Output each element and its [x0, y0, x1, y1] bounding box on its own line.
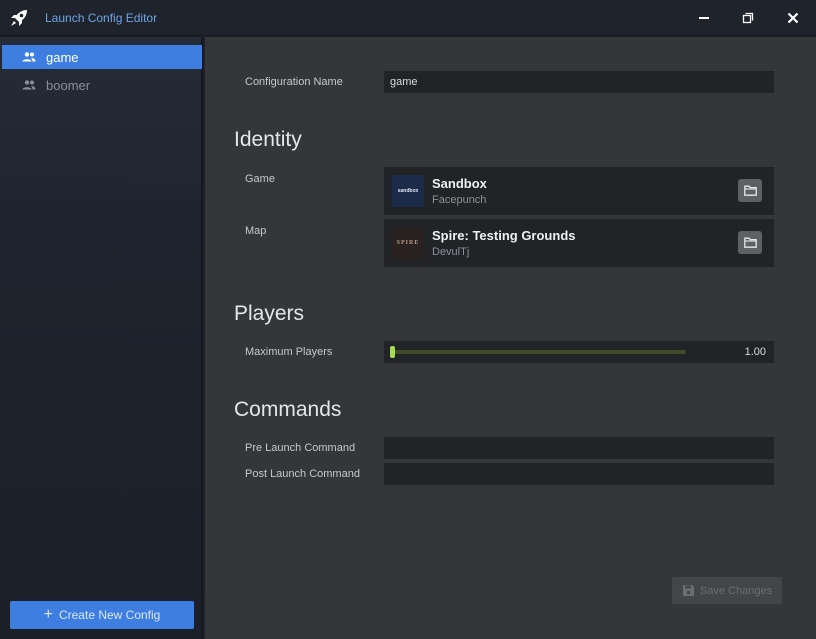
- rocket-icon: [8, 7, 30, 29]
- pre-launch-command-input[interactable]: [384, 437, 774, 459]
- players-heading: Players: [234, 302, 305, 325]
- close-icon: [787, 12, 799, 24]
- game-thumbnail: sandbox: [392, 175, 424, 207]
- game-name: Sandbox: [432, 176, 487, 191]
- configuration-name-input[interactable]: [384, 71, 774, 93]
- slider-handle[interactable]: [390, 346, 395, 358]
- maximum-players-value: 1.00: [744, 346, 766, 358]
- restore-button[interactable]: [736, 6, 760, 30]
- folder-icon: [743, 237, 757, 248]
- minimize-button[interactable]: [692, 6, 716, 30]
- map-label: Map: [245, 225, 267, 237]
- sidebar-item-label: boomer: [46, 77, 91, 93]
- browse-game-button[interactable]: [738, 179, 762, 202]
- folder-icon: [743, 185, 757, 196]
- sidebar-item-label: game: [46, 49, 79, 65]
- map-picker[interactable]: SPIRE Spire: Testing Grounds DevulTj: [384, 219, 774, 267]
- identity-heading: Identity: [234, 128, 302, 151]
- users-icon: [22, 49, 38, 65]
- users-icon: [22, 77, 38, 93]
- title-bar: Launch Config Editor: [0, 0, 816, 36]
- save-changes-label: Save Changes: [699, 584, 773, 597]
- commands-heading: Commands: [234, 398, 342, 421]
- sidebar: game boomer + Create New Config: [0, 37, 203, 639]
- maximum-players-slider[interactable]: 1.00: [384, 341, 774, 363]
- map-name: Spire: Testing Grounds: [432, 228, 576, 243]
- map-thumbnail: SPIRE: [392, 227, 424, 259]
- pre-launch-command-label: Pre Launch Command: [245, 442, 356, 454]
- save-changes-button[interactable]: Save Changes: [672, 577, 782, 604]
- save-icon: [682, 584, 695, 597]
- configuration-name-label: Configuration Name: [245, 76, 343, 88]
- create-new-config-button[interactable]: + Create New Config: [10, 601, 194, 629]
- window-title: Launch Config Editor: [45, 11, 158, 25]
- maximum-players-label: Maximum Players: [245, 346, 333, 358]
- browse-map-button[interactable]: [738, 231, 762, 254]
- sidebar-item-game[interactable]: game: [2, 45, 202, 69]
- restore-icon: [742, 12, 754, 24]
- sidebar-item-boomer[interactable]: boomer: [2, 73, 202, 97]
- game-org: Facepunch: [432, 194, 487, 206]
- game-picker[interactable]: sandbox Sandbox Facepunch: [384, 167, 774, 215]
- main-panel: Configuration Name Identity Game sandbox…: [205, 37, 816, 639]
- close-button[interactable]: [781, 6, 805, 30]
- post-launch-command-input[interactable]: [384, 463, 774, 485]
- slider-track[interactable]: [390, 346, 686, 358]
- create-new-config-label: Create New Config: [58, 608, 161, 622]
- game-label: Game: [245, 173, 275, 185]
- plus-icon: +: [43, 606, 53, 623]
- map-org: DevulTj: [432, 246, 470, 258]
- minimize-icon: [699, 17, 709, 19]
- post-launch-command-label: Post Launch Command: [245, 468, 360, 480]
